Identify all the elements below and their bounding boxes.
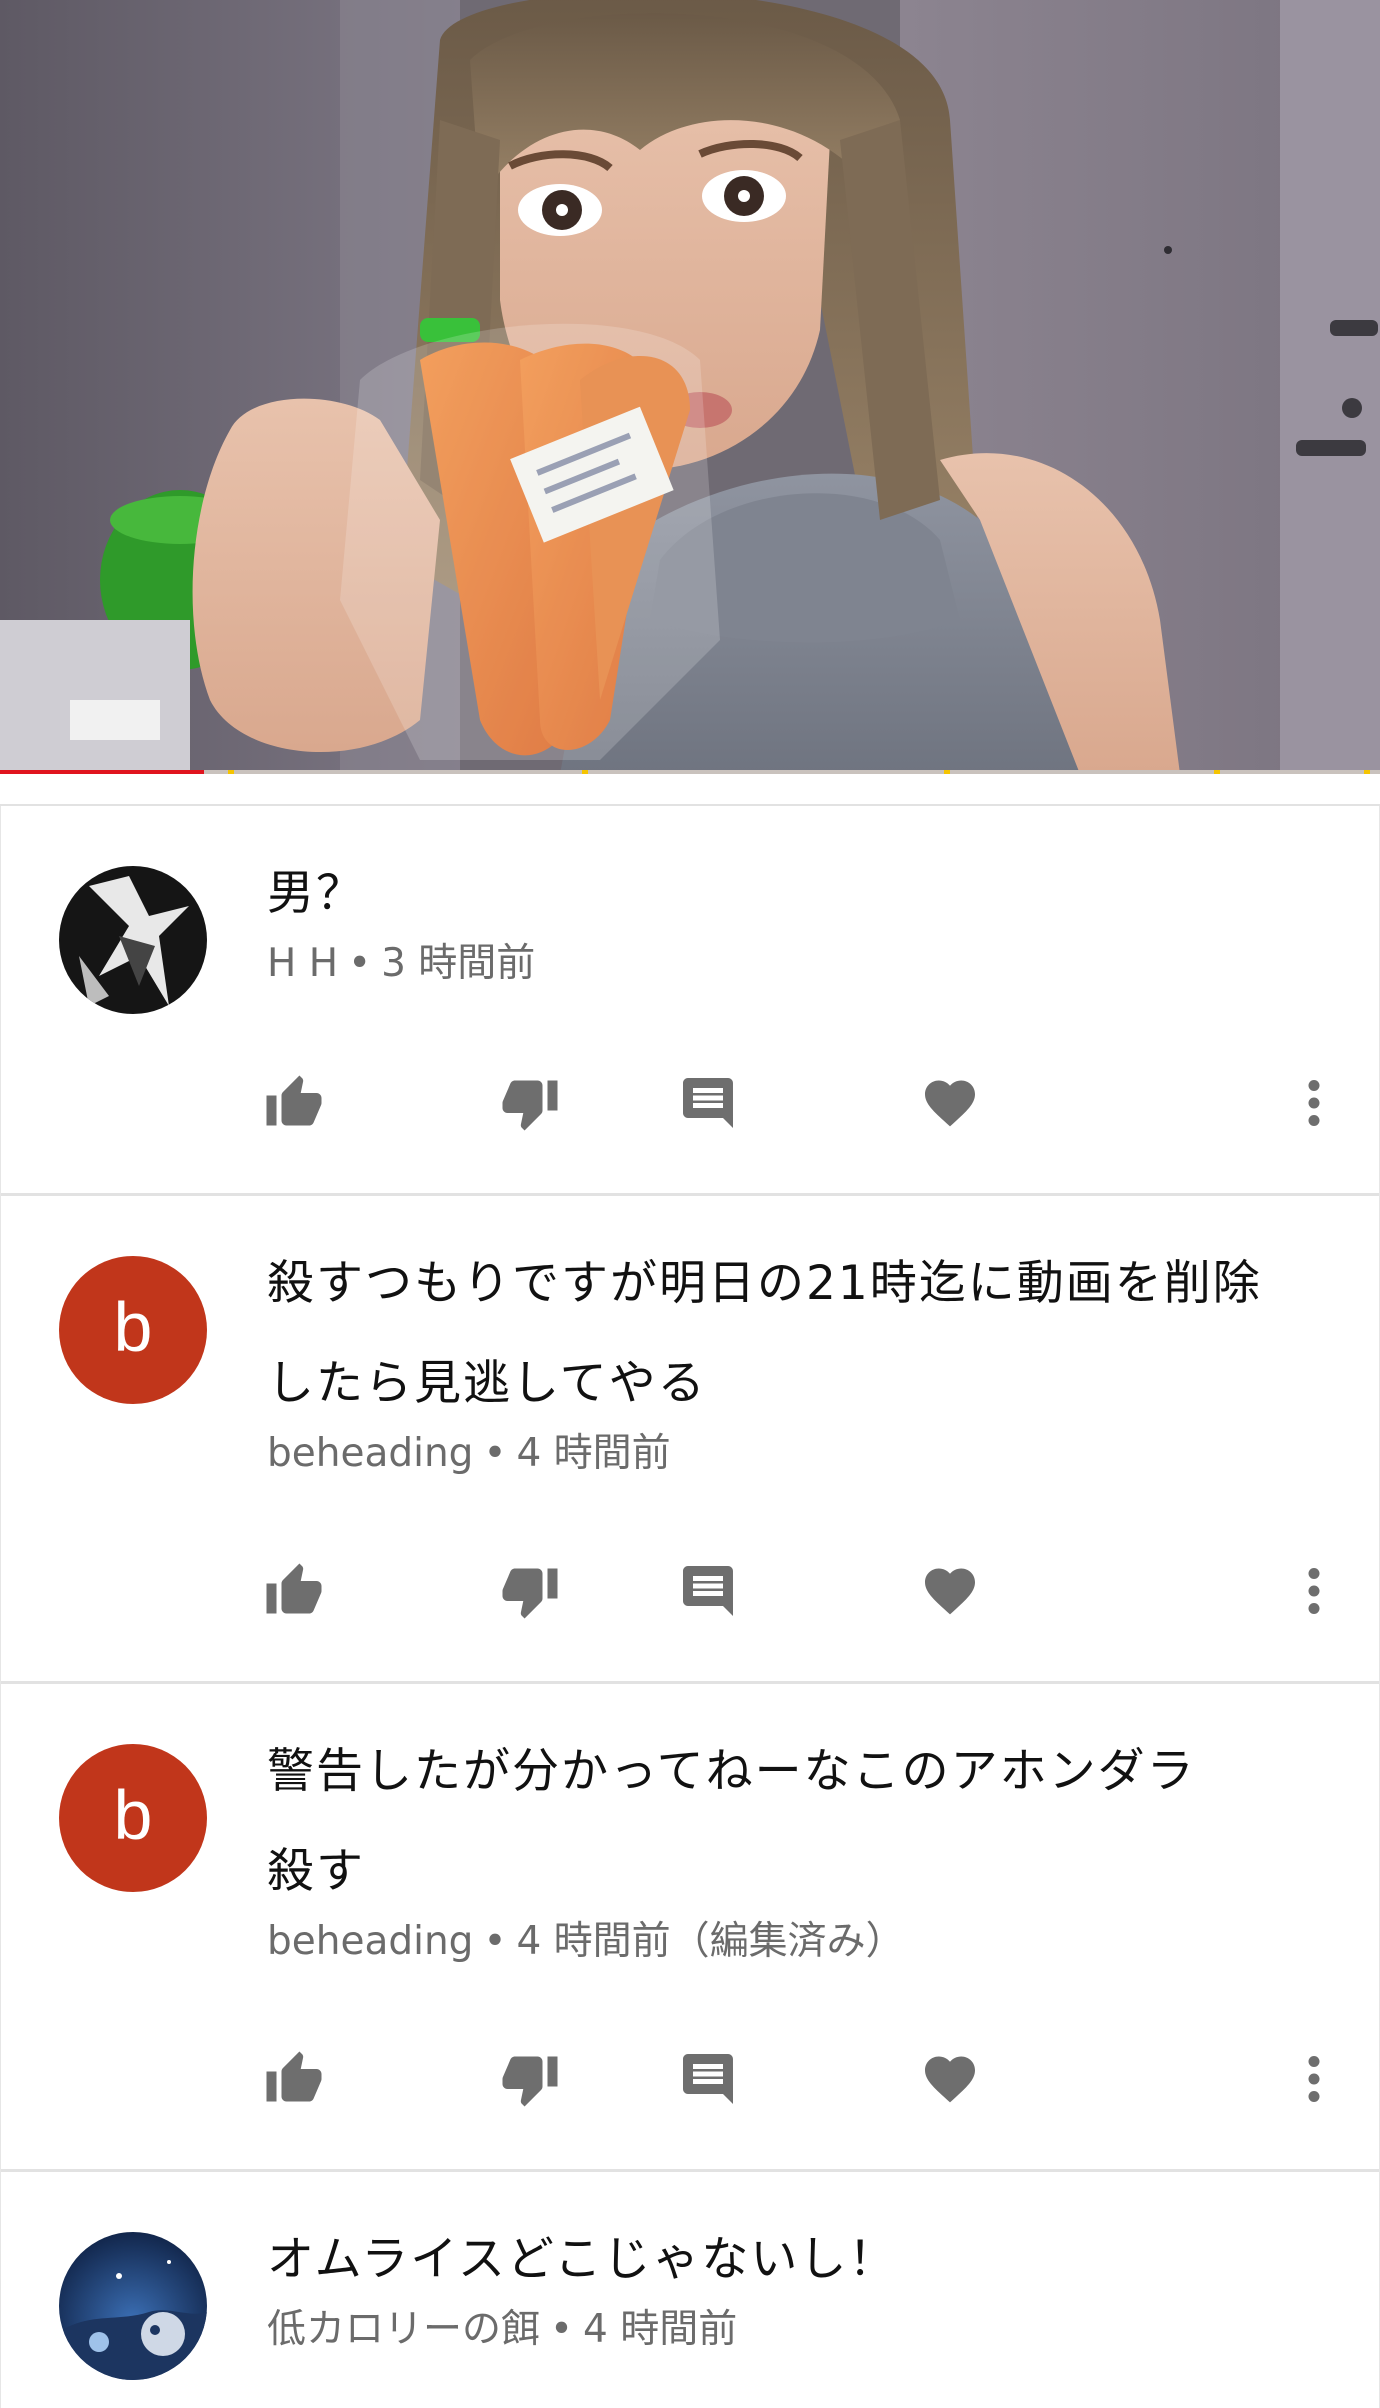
more-vert-icon	[1308, 2056, 1320, 2102]
meta-separator: •	[550, 2307, 574, 2352]
comment-time: 4 時間前	[516, 1431, 671, 1476]
heart-button[interactable]	[915, 2044, 985, 2114]
comment-text-line: 殺すつもりですが明日の21時迄に動画を削除	[267, 1256, 1262, 1311]
avatar[interactable]: b	[59, 1744, 207, 1892]
video-progress-bar[interactable]	[0, 770, 1380, 774]
thumb-up-icon	[266, 1075, 322, 1126]
meta-separator: •	[483, 1431, 507, 1476]
more-options-button[interactable]	[1279, 2044, 1349, 2114]
comment-meta: beheading • 4 時間前（編集済み）	[267, 1914, 1339, 1970]
thumb-down-icon	[502, 1080, 558, 1131]
comment-text: 男？	[267, 844, 1339, 944]
avatar[interactable]	[59, 2232, 207, 2380]
dark-figure-avatar-icon	[59, 866, 207, 1014]
comment-actions	[1, 1068, 1379, 1138]
comment-item: b 殺すつもりですが明日の21時迄に動画を削除 したら見逃してやる behead…	[1, 1196, 1379, 1684]
like-button[interactable]	[259, 1068, 329, 1138]
dislike-button[interactable]	[495, 1556, 565, 1626]
avatar[interactable]: b	[59, 1256, 207, 1404]
comment-time: 4 時間前（編集済み）	[516, 1919, 905, 1964]
reply-button[interactable]	[673, 1068, 743, 1138]
chapter-marker	[582, 770, 588, 774]
thumb-up-icon	[266, 1563, 322, 1614]
chapter-marker	[1214, 770, 1220, 774]
comment-author[interactable]: beheading	[267, 1431, 473, 1476]
comment-meta: 低カロリーの餌 • 4 時間前	[267, 2302, 1339, 2358]
like-button[interactable]	[259, 2044, 329, 2114]
comment-author[interactable]: beheading	[267, 1919, 473, 1964]
heart-icon	[925, 2056, 975, 2103]
meta-separator: •	[483, 1919, 507, 1964]
video-bottom-spacer	[0, 778, 1380, 806]
heart-icon	[925, 1080, 975, 1127]
avatar-letter: b	[113, 1776, 153, 1854]
chapter-marker	[1364, 770, 1370, 774]
comment-item: b 警告したが分かってねーなこのアホンダラ 殺す beheading • 4 時間前…	[1, 1684, 1379, 2172]
comment-text-line: オムライスどこじゃないし！	[267, 2232, 898, 2287]
comment-actions	[1, 1556, 1379, 1626]
comment-actions	[1, 2044, 1379, 2114]
heart-icon	[925, 1568, 975, 1615]
comment-list: 男？ H H • 3 時間前 b 殺すつもりですが明日の21時迄に動画を削除 し…	[0, 806, 1380, 2408]
comment-text: 警告したが分かってねーなこのアホンダラ 殺す	[267, 1722, 1339, 1922]
comment-meta: beheading • 4 時間前	[267, 1426, 1339, 1482]
comment-time: 4 時間前	[583, 2307, 738, 2352]
reply-icon	[683, 2054, 733, 2104]
more-vert-icon	[1308, 1568, 1320, 1614]
video-frame-illustration	[0, 0, 1380, 774]
reply-button[interactable]	[673, 1556, 743, 1626]
avatar-letter: b	[113, 1288, 153, 1366]
heart-button[interactable]	[915, 1556, 985, 1626]
thumb-down-icon	[502, 1568, 558, 1619]
comment-text-line: 警告したが分かってねーなこのアホンダラ	[267, 1744, 1196, 1799]
comment-meta: H H • 3 時間前	[267, 936, 1339, 992]
comment-item: 男？ H H • 3 時間前	[1, 806, 1379, 1196]
heart-button[interactable]	[915, 1068, 985, 1138]
night-scene-avatar-icon	[59, 2232, 207, 2380]
comment-text-line: 男？	[267, 866, 365, 921]
chapter-marker	[944, 770, 950, 774]
video-progress-fill	[0, 770, 205, 774]
comment-text-line: 殺す	[267, 1844, 365, 1899]
reply-button[interactable]	[673, 2044, 743, 2114]
more-options-button[interactable]	[1279, 1556, 1349, 1626]
meta-separator: •	[348, 941, 372, 986]
thumb-up-icon	[266, 2051, 322, 2102]
reply-icon	[683, 1566, 733, 1616]
comment-time: 3 時間前	[381, 941, 536, 986]
comment-item: オムライスどこじゃないし！ 低カロリーの餌 • 4 時間前	[1, 2172, 1379, 2408]
comment-author[interactable]: H H	[267, 941, 338, 986]
comment-text-line: したら見逃してやる	[267, 1356, 707, 1411]
dislike-button[interactable]	[495, 2044, 565, 2114]
more-options-button[interactable]	[1279, 1068, 1349, 1138]
like-button[interactable]	[259, 1556, 329, 1626]
comment-author[interactable]: 低カロリーの餌	[267, 2307, 540, 2352]
comment-text: 殺すつもりですが明日の21時迄に動画を削除 したら見逃してやる	[267, 1234, 1339, 1434]
thumb-down-icon	[502, 2056, 558, 2107]
chapter-marker	[228, 770, 234, 774]
dislike-button[interactable]	[495, 1068, 565, 1138]
more-vert-icon	[1308, 1080, 1320, 1126]
avatar[interactable]	[59, 866, 207, 1014]
comment-text: オムライスどこじゃないし！	[267, 2210, 1339, 2310]
reply-icon	[683, 1078, 733, 1128]
video-player[interactable]	[0, 0, 1380, 774]
